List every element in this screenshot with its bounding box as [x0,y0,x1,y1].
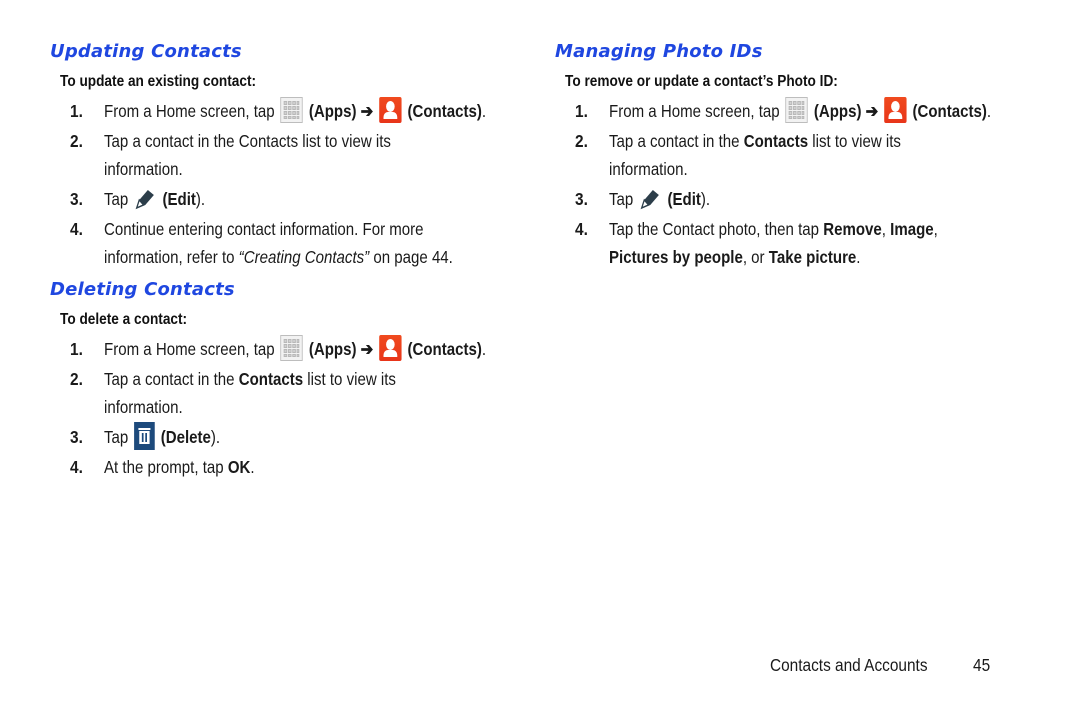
step-text: information, refer to [104,247,239,267]
section-heading-updating-contacts: Updating Contacts [50,41,242,62]
contacts-bold: Contacts [743,131,809,151]
step-text: Tap a contact in the Contacts list to vi… [104,131,391,151]
pictures-by-people-option: Pictures by people [609,247,743,267]
pencil-edit-icon [135,190,154,210]
step-number: 1. [70,101,83,121]
edit-label: (Edit [667,189,701,209]
arrow-icon: ➔ [360,339,374,359]
remove-option: Remove [823,219,882,239]
step-number: 1. [70,339,83,359]
step-text: list to view its [303,369,396,389]
step-number: 3. [70,189,83,209]
separator: , [933,219,938,239]
separator: , [881,219,891,239]
cross-reference-link[interactable]: “Creating Contacts” [239,247,369,267]
step-text: Tap the Contact photo, then tap [609,219,824,239]
edit-label: (Edit [162,189,196,209]
step-text: From a Home screen, tap [104,339,275,359]
step-text: information. [104,159,183,179]
section-heading-deleting-contacts: Deleting Contacts [50,279,235,300]
subheading-photo-id: To remove or update a contact’s Photo ID… [565,73,838,90]
step-text: on page 44. [369,247,453,267]
apps-grid-icon [785,97,808,124]
step-number: 2. [70,131,83,151]
step-number: 3. [70,427,83,447]
step-number: 2. [70,369,83,389]
step-text: From a Home screen, tap [609,101,780,121]
arrow-icon: ➔ [360,101,374,121]
ok-label: OK [227,457,251,477]
punctuation: . [481,339,487,359]
step-text: Tap a contact in the [104,369,239,389]
apps-label: (Apps) [308,101,357,121]
step-number: 1. [575,101,588,121]
trash-delete-icon [134,422,155,451]
pencil-edit-icon [640,190,659,210]
apps-label: (Apps) [813,101,862,121]
separator: , or [742,247,769,267]
arrow-icon: ➔ [865,101,879,121]
step-number: 4. [70,457,83,477]
punctuation: . [856,247,861,267]
step-text: Tap [104,427,129,447]
step-text: Tap [609,189,634,209]
step-text: information. [609,159,688,179]
contacts-label: (Contacts) [407,339,482,359]
step-text: list to view its [808,131,901,151]
punctuation: . [250,457,255,477]
apps-label: (Apps) [308,339,357,359]
section-heading-managing-photo-ids: Managing Photo IDs [555,41,763,62]
step-text: information. [104,397,183,417]
step-number: 2. [575,131,588,151]
step-number: 3. [575,189,588,209]
contacts-person-icon [379,335,402,362]
delete-label: (Delete [160,427,211,447]
apps-grid-icon [280,97,303,124]
contacts-label: (Contacts) [407,101,482,121]
step-text: Continue entering contact information. F… [104,219,424,239]
step-text: At the prompt, tap [104,457,228,477]
punctuation: . [986,101,992,121]
image-option: Image [890,219,934,239]
punctuation: ). [700,189,711,209]
contacts-label: (Contacts) [912,101,987,121]
subheading-update-existing: To update an existing contact: [60,73,257,90]
footer-section-title: Contacts and Accounts [770,655,928,675]
apps-grid-icon [280,335,303,362]
contacts-person-icon [379,97,402,124]
step-number: 4. [70,219,83,239]
step-text: Tap a contact in the [609,131,744,151]
page-number: 45 [973,655,991,675]
take-picture-option: Take picture [768,247,857,267]
punctuation: ). [210,427,221,447]
punctuation: . [481,101,487,121]
subheading-delete-contact: To delete a contact: [60,311,188,328]
contacts-bold: Contacts [238,369,304,389]
step-text: From a Home screen, tap [104,101,275,121]
step-number: 4. [575,219,588,239]
contacts-person-icon [884,97,907,124]
punctuation: ). [195,189,206,209]
step-text: Tap [104,189,129,209]
